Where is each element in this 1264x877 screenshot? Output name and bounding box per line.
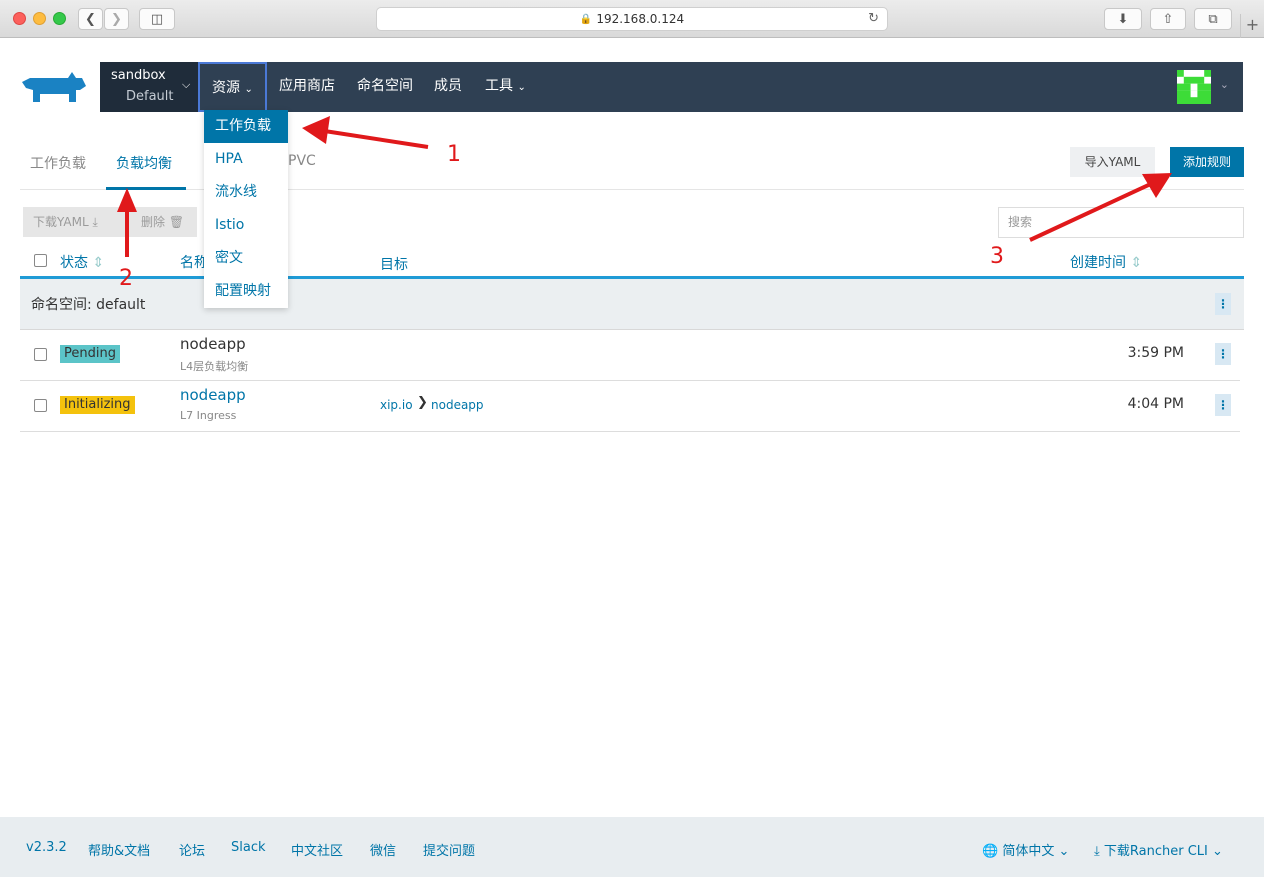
annotation-3: 3 [990, 244, 1004, 269]
annotation-arrows [117, 116, 1172, 257]
download-icon: ⤓ [1094, 844, 1100, 859]
language-label: 简体中文 [1002, 844, 1055, 859]
chevron-down-icon: ⌄ [1058, 844, 1070, 859]
footer: v2.3.2 帮助&文档 论坛 Slack 中文社区 微信 提交问题 🌐 简体中… [0, 817, 1264, 877]
download-cli-link[interactable]: ⤓ 下载Rancher CLI ⌄ [1094, 840, 1223, 859]
annotation-2: 2 [119, 266, 133, 291]
language-selector[interactable]: 🌐 简体中文 ⌄ [982, 840, 1069, 859]
annotation-1: 1 [447, 142, 461, 167]
slack-link[interactable]: Slack [231, 840, 266, 855]
version-link[interactable]: v2.3.2 [26, 840, 67, 855]
cn-community-link[interactable]: 中文社区 [291, 840, 343, 859]
wechat-link[interactable]: 微信 [370, 840, 396, 859]
help-link[interactable]: 帮助&文档 [88, 840, 150, 859]
forum-link[interactable]: 论坛 [179, 840, 205, 859]
submit-issue-link[interactable]: 提交问题 [423, 840, 475, 859]
globe-icon: 🌐 [982, 844, 999, 859]
chevron-down-icon: ⌄ [1212, 844, 1223, 859]
download-cli-label: 下载Rancher CLI [1103, 844, 1208, 859]
